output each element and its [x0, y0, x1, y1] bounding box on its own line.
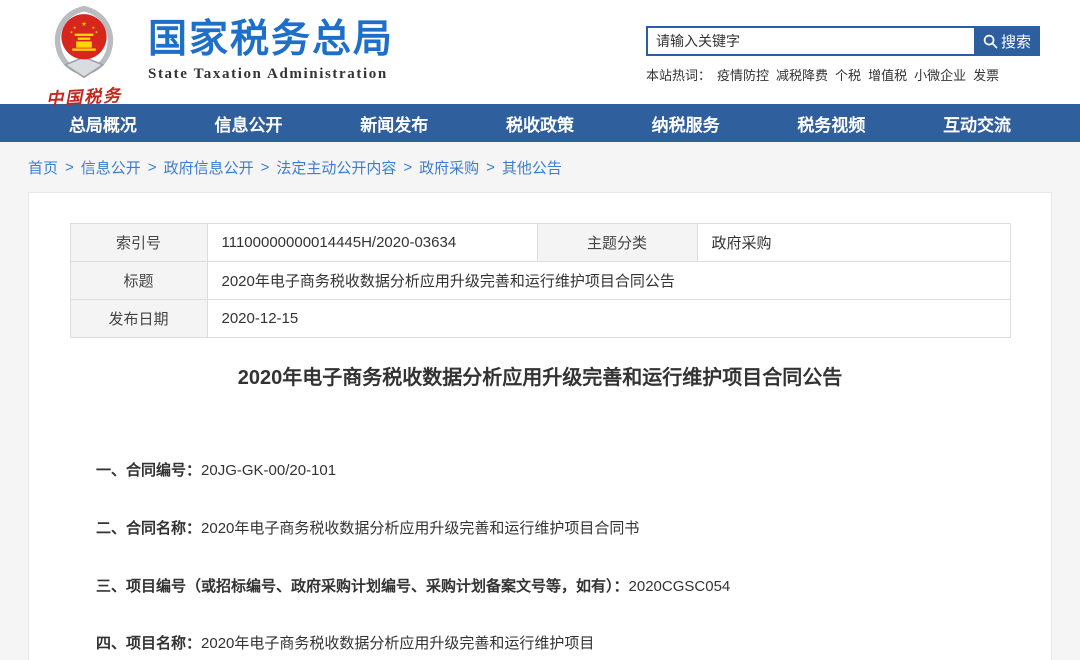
meta-index-label: 索引号	[70, 224, 207, 262]
nav-item-interaction[interactable]: 互动交流	[943, 111, 1011, 136]
search-icon	[983, 34, 998, 49]
site-subtitle: State Taxation Administration	[148, 66, 394, 83]
contract-number-value: 20JG-GK-00/20-101	[201, 462, 336, 479]
search-button[interactable]: 搜索	[974, 26, 1040, 56]
nav-item-tax-service[interactable]: 纳税服务	[652, 111, 720, 136]
hot-words-label: 本站热词：	[646, 68, 711, 83]
hot-word-link[interactable]: 增值税	[868, 68, 907, 83]
contract-name-line: 二、合同名称：2020年电子商务税收数据分析应用升级完善和运行维护项目合同书	[96, 520, 1006, 539]
hot-word-link[interactable]: 个税	[835, 68, 861, 83]
svg-text:★: ★	[73, 25, 77, 30]
article-card: 索引号 11100000000014445H/2020-03634 主题分类 政…	[28, 192, 1052, 660]
svg-text:★: ★	[70, 30, 74, 35]
svg-text:★: ★	[81, 21, 87, 28]
svg-text:★: ★	[95, 30, 99, 35]
article-body: 一、合同编号：20JG-GK-00/20-101 二、合同名称：2020年电子商…	[29, 462, 1051, 654]
site-logo[interactable]: ★ ★ ★ ★ ★ 中国税务 国家税务总局 State Taxation Adm…	[34, 4, 394, 108]
nav-item-tax-policy[interactable]: 税收政策	[506, 111, 574, 136]
hot-word-link[interactable]: 小微企业	[914, 68, 966, 83]
meta-index-value: 11100000000014445H/2020-03634	[207, 224, 537, 262]
breadcrumb-statutory-disclosure[interactable]: 法定主动公开内容	[276, 157, 396, 178]
meta-category-label: 主题分类	[537, 224, 697, 262]
nav-item-news[interactable]: 新闻发布	[360, 111, 428, 136]
meta-title-label: 标题	[70, 262, 207, 300]
main-nav: 总局概况 信息公开 新闻发布 税收政策 纳税服务 税务视频 互动交流	[0, 104, 1080, 142]
hot-words-bar: 本站热词： 疫情防控减税降费个税增值税小微企业发票	[646, 65, 1040, 84]
logo-calligraphy-caption: 中国税务	[33, 80, 134, 110]
search-button-label: 搜索	[1001, 31, 1031, 52]
contract-name-value: 2020年电子商务税收数据分析应用升级完善和运行维护项目合同书	[201, 520, 639, 537]
document-meta-table: 索引号 11100000000014445H/2020-03634 主题分类 政…	[70, 223, 1011, 338]
search-area: 搜索 本站热词： 疫情防控减税降费个税增值税小微企业发票	[646, 26, 1040, 84]
hot-word-link[interactable]: 发票	[973, 68, 999, 83]
breadcrumb-gov-procurement[interactable]: 政府采购	[419, 157, 479, 178]
meta-date-label: 发布日期	[70, 300, 207, 338]
contract-name-label: 二、合同名称：	[96, 520, 201, 537]
breadcrumb-separator: >	[486, 159, 495, 176]
breadcrumb-separator: >	[403, 159, 412, 176]
project-number-value: 2020CGSC054	[629, 578, 731, 595]
project-name-value: 2020年电子商务税收数据分析应用升级完善和运行维护项目	[201, 635, 594, 652]
meta-row-title: 标题 2020年电子商务税收数据分析应用升级完善和运行维护项目合同公告	[70, 262, 1010, 300]
project-number-line: 三、项目编号（或招标编号、政府采购计划编号、采购计划备案文号等，如有）：2020…	[96, 578, 1006, 597]
breadcrumb-separator: >	[65, 159, 74, 176]
meta-title-value: 2020年电子商务税收数据分析应用升级完善和运行维护项目合同公告	[207, 262, 1010, 300]
breadcrumb-separator: >	[261, 159, 270, 176]
project-number-label: 三、项目编号（或招标编号、政府采购计划编号、采购计划备案文号等，如有）：	[96, 578, 629, 595]
hot-word-link[interactable]: 疫情防控	[717, 68, 769, 83]
contract-number-line: 一、合同编号：20JG-GK-00/20-101	[96, 462, 1006, 481]
hot-word-link[interactable]: 减税降费	[776, 68, 828, 83]
project-name-line: 四、项目名称：2020年电子商务税收数据分析应用升级完善和运行维护项目	[96, 635, 1006, 654]
nav-item-tax-video[interactable]: 税务视频	[797, 111, 865, 136]
contract-number-label: 一、合同编号：	[96, 462, 201, 479]
breadcrumb: 首页 > 信息公开 > 政府信息公开 > 法定主动公开内容 > 政府采购 > 其…	[0, 142, 1080, 192]
nav-item-overview[interactable]: 总局概况	[69, 111, 137, 136]
meta-row-index: 索引号 11100000000014445H/2020-03634 主题分类 政…	[70, 224, 1010, 262]
article-title: 2020年电子商务税收数据分析应用升级完善和运行维护项目合同公告	[89, 364, 991, 392]
site-title: 国家税务总局	[148, 20, 394, 61]
breadcrumb-gov-info[interactable]: 政府信息公开	[164, 157, 254, 178]
nav-item-info-disclosure[interactable]: 信息公开	[215, 111, 283, 136]
breadcrumb-home[interactable]: 首页	[28, 157, 58, 178]
project-name-label: 四、项目名称：	[96, 635, 201, 652]
site-header: ★ ★ ★ ★ ★ 中国税务 国家税务总局 State Taxation Adm…	[0, 0, 1080, 104]
breadcrumb-info-disclosure[interactable]: 信息公开	[81, 157, 141, 178]
breadcrumb-separator: >	[148, 159, 157, 176]
search-input[interactable]	[646, 26, 974, 56]
breadcrumb-other-notices[interactable]: 其他公告	[502, 157, 562, 178]
meta-category-value: 政府采购	[697, 224, 1010, 262]
meta-row-date: 发布日期 2020-12-15	[70, 300, 1010, 338]
meta-date-value: 2020-12-15	[207, 300, 1010, 338]
